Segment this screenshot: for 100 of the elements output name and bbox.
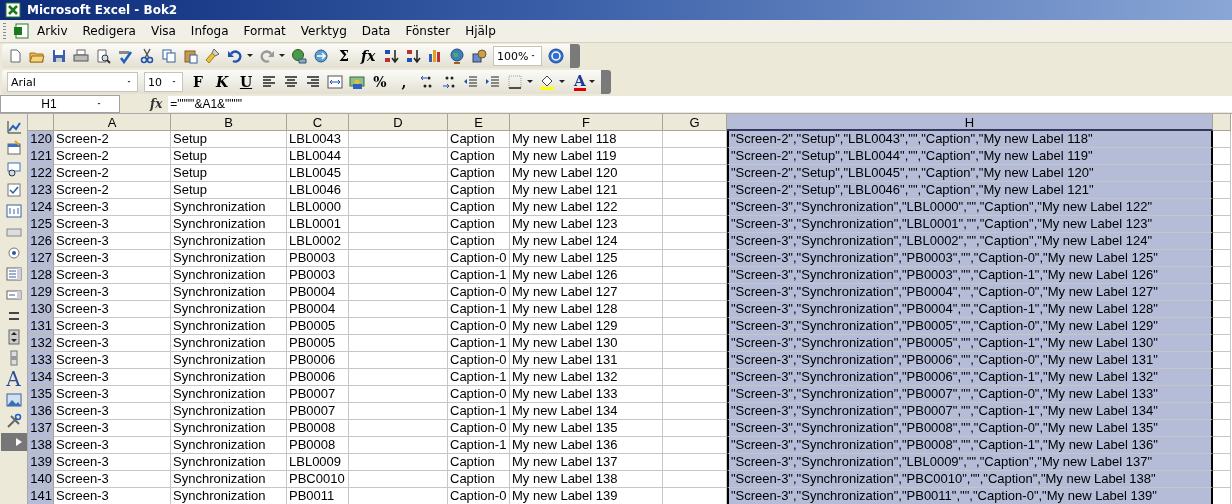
- row-header[interactable]: 126: [28, 233, 54, 250]
- image-icon[interactable]: [5, 392, 22, 408]
- menu-item[interactable]: Fönster: [400, 22, 456, 40]
- italic-button[interactable]: K: [215, 74, 229, 90]
- column-header[interactable]: C: [287, 114, 349, 131]
- font-size-dropdown[interactable]: 10: [144, 72, 183, 92]
- column-header[interactable]: D: [349, 114, 448, 131]
- column-header[interactable]: H: [727, 114, 1213, 131]
- sort-ascending-icon[interactable]: [383, 48, 399, 64]
- copy-icon[interactable]: [161, 48, 177, 64]
- row-header[interactable]: 120: [28, 131, 54, 148]
- row-header[interactable]: 128: [28, 267, 54, 284]
- currency-icon[interactable]: [349, 74, 365, 90]
- bold-button[interactable]: F: [191, 74, 205, 90]
- shapes-icon[interactable]: [471, 48, 487, 64]
- borders-icon[interactable]: [507, 74, 523, 90]
- scissors-icon[interactable]: [139, 48, 155, 64]
- percent-button[interactable]: %: [373, 74, 387, 90]
- row-header[interactable]: 121: [28, 148, 54, 165]
- column-header[interactable]: A: [54, 114, 171, 131]
- view-code-icon[interactable]: [5, 161, 22, 177]
- tools-icon[interactable]: [5, 413, 22, 429]
- fill-bucket-icon[interactable]: [539, 74, 555, 90]
- row-header[interactable]: 140: [28, 471, 54, 488]
- row-header[interactable]: 132: [28, 335, 54, 352]
- excel-document-icon[interactable]: [13, 23, 29, 39]
- globe-icon[interactable]: [449, 48, 465, 64]
- table-cell: My new Label 132: [510, 369, 663, 386]
- align-center-icon[interactable]: [283, 74, 299, 90]
- row-header[interactable]: 137: [28, 420, 54, 437]
- menu-item[interactable]: Visa: [145, 22, 181, 40]
- column-header[interactable]: F: [510, 114, 663, 131]
- spelling-icon[interactable]: [117, 48, 133, 64]
- table-cell: Synchronization: [171, 233, 287, 250]
- new-file-icon[interactable]: [7, 48, 23, 64]
- autosum-button[interactable]: Σ: [337, 48, 351, 64]
- printer-icon[interactable]: [73, 48, 89, 64]
- comma-button[interactable]: ,: [397, 74, 411, 90]
- row-header[interactable]: 134: [28, 369, 54, 386]
- row-header[interactable]: 131: [28, 318, 54, 335]
- increase-indent-icon[interactable]: [485, 74, 501, 90]
- row-header[interactable]: 125: [28, 216, 54, 233]
- toolbar-options-button[interactable]: [600, 70, 611, 94]
- undo-icon[interactable]: [227, 48, 243, 64]
- link-globe-icon[interactable]: [291, 48, 307, 64]
- row-header[interactable]: 133: [28, 352, 54, 369]
- refresh-icon[interactable]: [313, 48, 329, 64]
- toolbar-options-button[interactable]: [0, 433, 27, 451]
- align-right-icon[interactable]: [305, 74, 321, 90]
- underline-button[interactable]: U: [239, 74, 253, 90]
- decrease-decimal-icon[interactable]: [441, 74, 457, 90]
- help-icon[interactable]: [548, 48, 564, 64]
- menu-item[interactable]: Verktyg: [295, 22, 352, 40]
- spin-button-icon[interactable]: [5, 329, 22, 345]
- row-header[interactable]: 123: [28, 182, 54, 199]
- row-header[interactable]: 138: [28, 437, 54, 454]
- menu-item[interactable]: Format: [238, 22, 291, 40]
- decrease-indent-icon[interactable]: [463, 74, 479, 90]
- row-header[interactable]: 141: [28, 488, 54, 504]
- menu-item[interactable]: Data: [356, 22, 396, 40]
- row-header[interactable]: 130: [28, 301, 54, 318]
- brush-icon[interactable]: [205, 48, 221, 64]
- menu-item[interactable]: Redigera: [77, 22, 141, 40]
- row-header[interactable]: 135: [28, 386, 54, 403]
- insert-function-button[interactable]: fx: [361, 48, 375, 64]
- chart-wizard-icon[interactable]: [5, 119, 22, 135]
- checkbox-icon[interactable]: [5, 182, 22, 198]
- row-header[interactable]: 136: [28, 403, 54, 420]
- paste-icon[interactable]: [183, 48, 199, 64]
- table-cell: PB0005: [287, 335, 349, 352]
- menu-item[interactable]: Hjälp: [460, 22, 501, 40]
- column-header[interactable]: G: [663, 114, 727, 131]
- formula-field[interactable]: =""""&A1&"""": [168, 96, 1232, 112]
- table-cell: My new Label 122: [510, 199, 663, 216]
- row-header[interactable]: 122: [28, 165, 54, 182]
- zoom-dropdown[interactable]: 100%: [493, 46, 542, 66]
- row-header[interactable]: 139: [28, 454, 54, 471]
- align-left-icon[interactable]: [261, 74, 277, 90]
- bar-chart-icon[interactable]: [427, 48, 443, 64]
- table-cell: [1213, 182, 1231, 199]
- insert-function-button[interactable]: fx: [150, 97, 163, 111]
- menu-item[interactable]: Arkiv: [32, 22, 73, 40]
- row-header[interactable]: 129: [28, 284, 54, 301]
- print-preview-icon[interactable]: [95, 48, 111, 64]
- row-header[interactable]: 127: [28, 250, 54, 267]
- column-header[interactable]: E: [448, 114, 510, 131]
- font-color-button[interactable]: A: [574, 73, 586, 91]
- table-cell: My new Label 119: [510, 148, 663, 165]
- merge-center-icon[interactable]: [327, 74, 343, 90]
- column-header[interactable]: B: [171, 114, 287, 131]
- name-box[interactable]: H1: [0, 95, 120, 113]
- row-header[interactable]: 124: [28, 199, 54, 216]
- table-cell: "Screen-2","Setup","LBL0043","","Caption","My new Label 118": [727, 131, 1213, 148]
- form-properties-icon[interactable]: [5, 140, 22, 156]
- sort-descending-icon[interactable]: [405, 48, 421, 64]
- label-tool-button[interactable]: A: [6, 370, 21, 388]
- font-dropdown[interactable]: Arial: [7, 72, 138, 92]
- radio-button-icon[interactable]: [5, 245, 22, 261]
- save-icon[interactable]: [51, 48, 67, 64]
- menu-item[interactable]: Infoga: [185, 22, 234, 40]
